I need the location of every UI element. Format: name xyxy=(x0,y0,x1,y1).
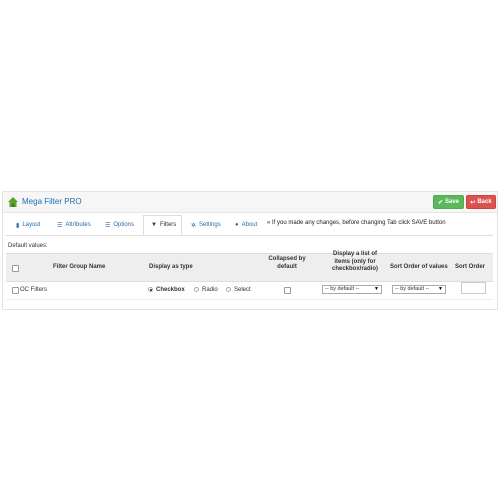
question-icon: ● xyxy=(235,222,239,228)
mega-filter-panel: Mega Filter PRO ✔ Save ↩ Back ▮ Layout ☰… xyxy=(2,191,498,310)
select-value: -- by default -- xyxy=(325,286,360,292)
filter-group-name: OC Filters xyxy=(20,287,47,293)
page-title: Mega Filter PRO xyxy=(22,197,82,206)
tab-options[interactable]: ☰ Options xyxy=(99,215,141,235)
header-line: Collapsed by xyxy=(268,256,306,262)
back-button[interactable]: ↩ Back xyxy=(466,195,496,209)
list-icon: ☰ xyxy=(57,222,63,229)
header-line: Display a list of xyxy=(332,251,377,257)
display-list-select[interactable]: -- by default -- ▼ xyxy=(322,285,382,294)
tab-label: Layout xyxy=(22,222,41,228)
tab-label: Settings xyxy=(199,222,221,228)
tab-label: About xyxy=(241,222,258,228)
list-icon: ☰ xyxy=(105,222,111,229)
radio-radio[interactable] xyxy=(194,287,199,292)
table-row: OC Filters Checkbox Radio Select -- by d… xyxy=(6,281,493,300)
sort-values-select[interactable]: -- by default -- ▼ xyxy=(392,285,446,294)
section-title: Default values: xyxy=(8,243,48,249)
header-line: default xyxy=(277,263,297,270)
home-icon xyxy=(8,197,18,207)
back-arrow-icon: ↩ xyxy=(470,199,476,206)
sort-order-input[interactable] xyxy=(461,282,486,294)
tab-label: Attributes xyxy=(65,222,91,228)
select-all-checkbox[interactable] xyxy=(12,265,19,272)
tab-filters[interactable]: ▼ Filters xyxy=(143,215,182,235)
tab-attributes[interactable]: ☰ Attributes xyxy=(50,215,98,235)
col-filter-group-name: Filter Group Name xyxy=(53,264,106,270)
tab-label: Options xyxy=(113,222,135,228)
chevron-down-icon: ▼ xyxy=(438,286,443,292)
radio-checkbox[interactable] xyxy=(148,287,153,292)
header-line: checkbox/radio) xyxy=(331,266,378,272)
save-notice: « If you made any changes, before changi… xyxy=(267,220,446,226)
chevron-down-icon: ▼ xyxy=(374,286,379,292)
panel-header: Mega Filter PRO ✔ Save ↩ Back xyxy=(3,192,497,213)
tab-about[interactable]: ● About xyxy=(230,215,264,235)
col-display-as-type: Display as type xyxy=(149,264,193,270)
select-value: -- by default -- xyxy=(395,286,430,292)
radio-select[interactable] xyxy=(226,287,231,292)
document-icon: ▮ xyxy=(16,222,20,229)
gear-icon: ✲ xyxy=(191,222,197,229)
check-icon: ✔ xyxy=(437,199,443,206)
tab-settings[interactable]: ✲ Settings xyxy=(184,215,228,235)
tab-label: Filters xyxy=(159,222,177,228)
back-label: Back xyxy=(477,199,492,205)
radio-radio-label: Radio xyxy=(202,287,218,293)
radio-select-label: Select xyxy=(234,287,251,293)
row-checkbox[interactable] xyxy=(12,287,19,294)
save-label: Save xyxy=(445,199,460,205)
tab-layout[interactable]: ▮ Layout xyxy=(10,215,48,235)
col-collapsed-by-default: Collapsed by default xyxy=(262,256,312,271)
col-display-list: Display a list of items (only for checkb… xyxy=(322,251,388,274)
col-sort-order-values: Sort Order of values xyxy=(390,264,448,270)
table-header: Filter Group Name Display as type Collap… xyxy=(6,251,493,282)
save-button[interactable]: ✔ Save xyxy=(433,195,464,209)
header-line: items (only for xyxy=(334,258,376,265)
radio-checkbox-label: Checkbox xyxy=(156,287,185,293)
filter-icon: ▼ xyxy=(151,222,157,228)
collapsed-checkbox[interactable] xyxy=(284,287,291,294)
col-sort-order: Sort Order xyxy=(455,264,486,270)
